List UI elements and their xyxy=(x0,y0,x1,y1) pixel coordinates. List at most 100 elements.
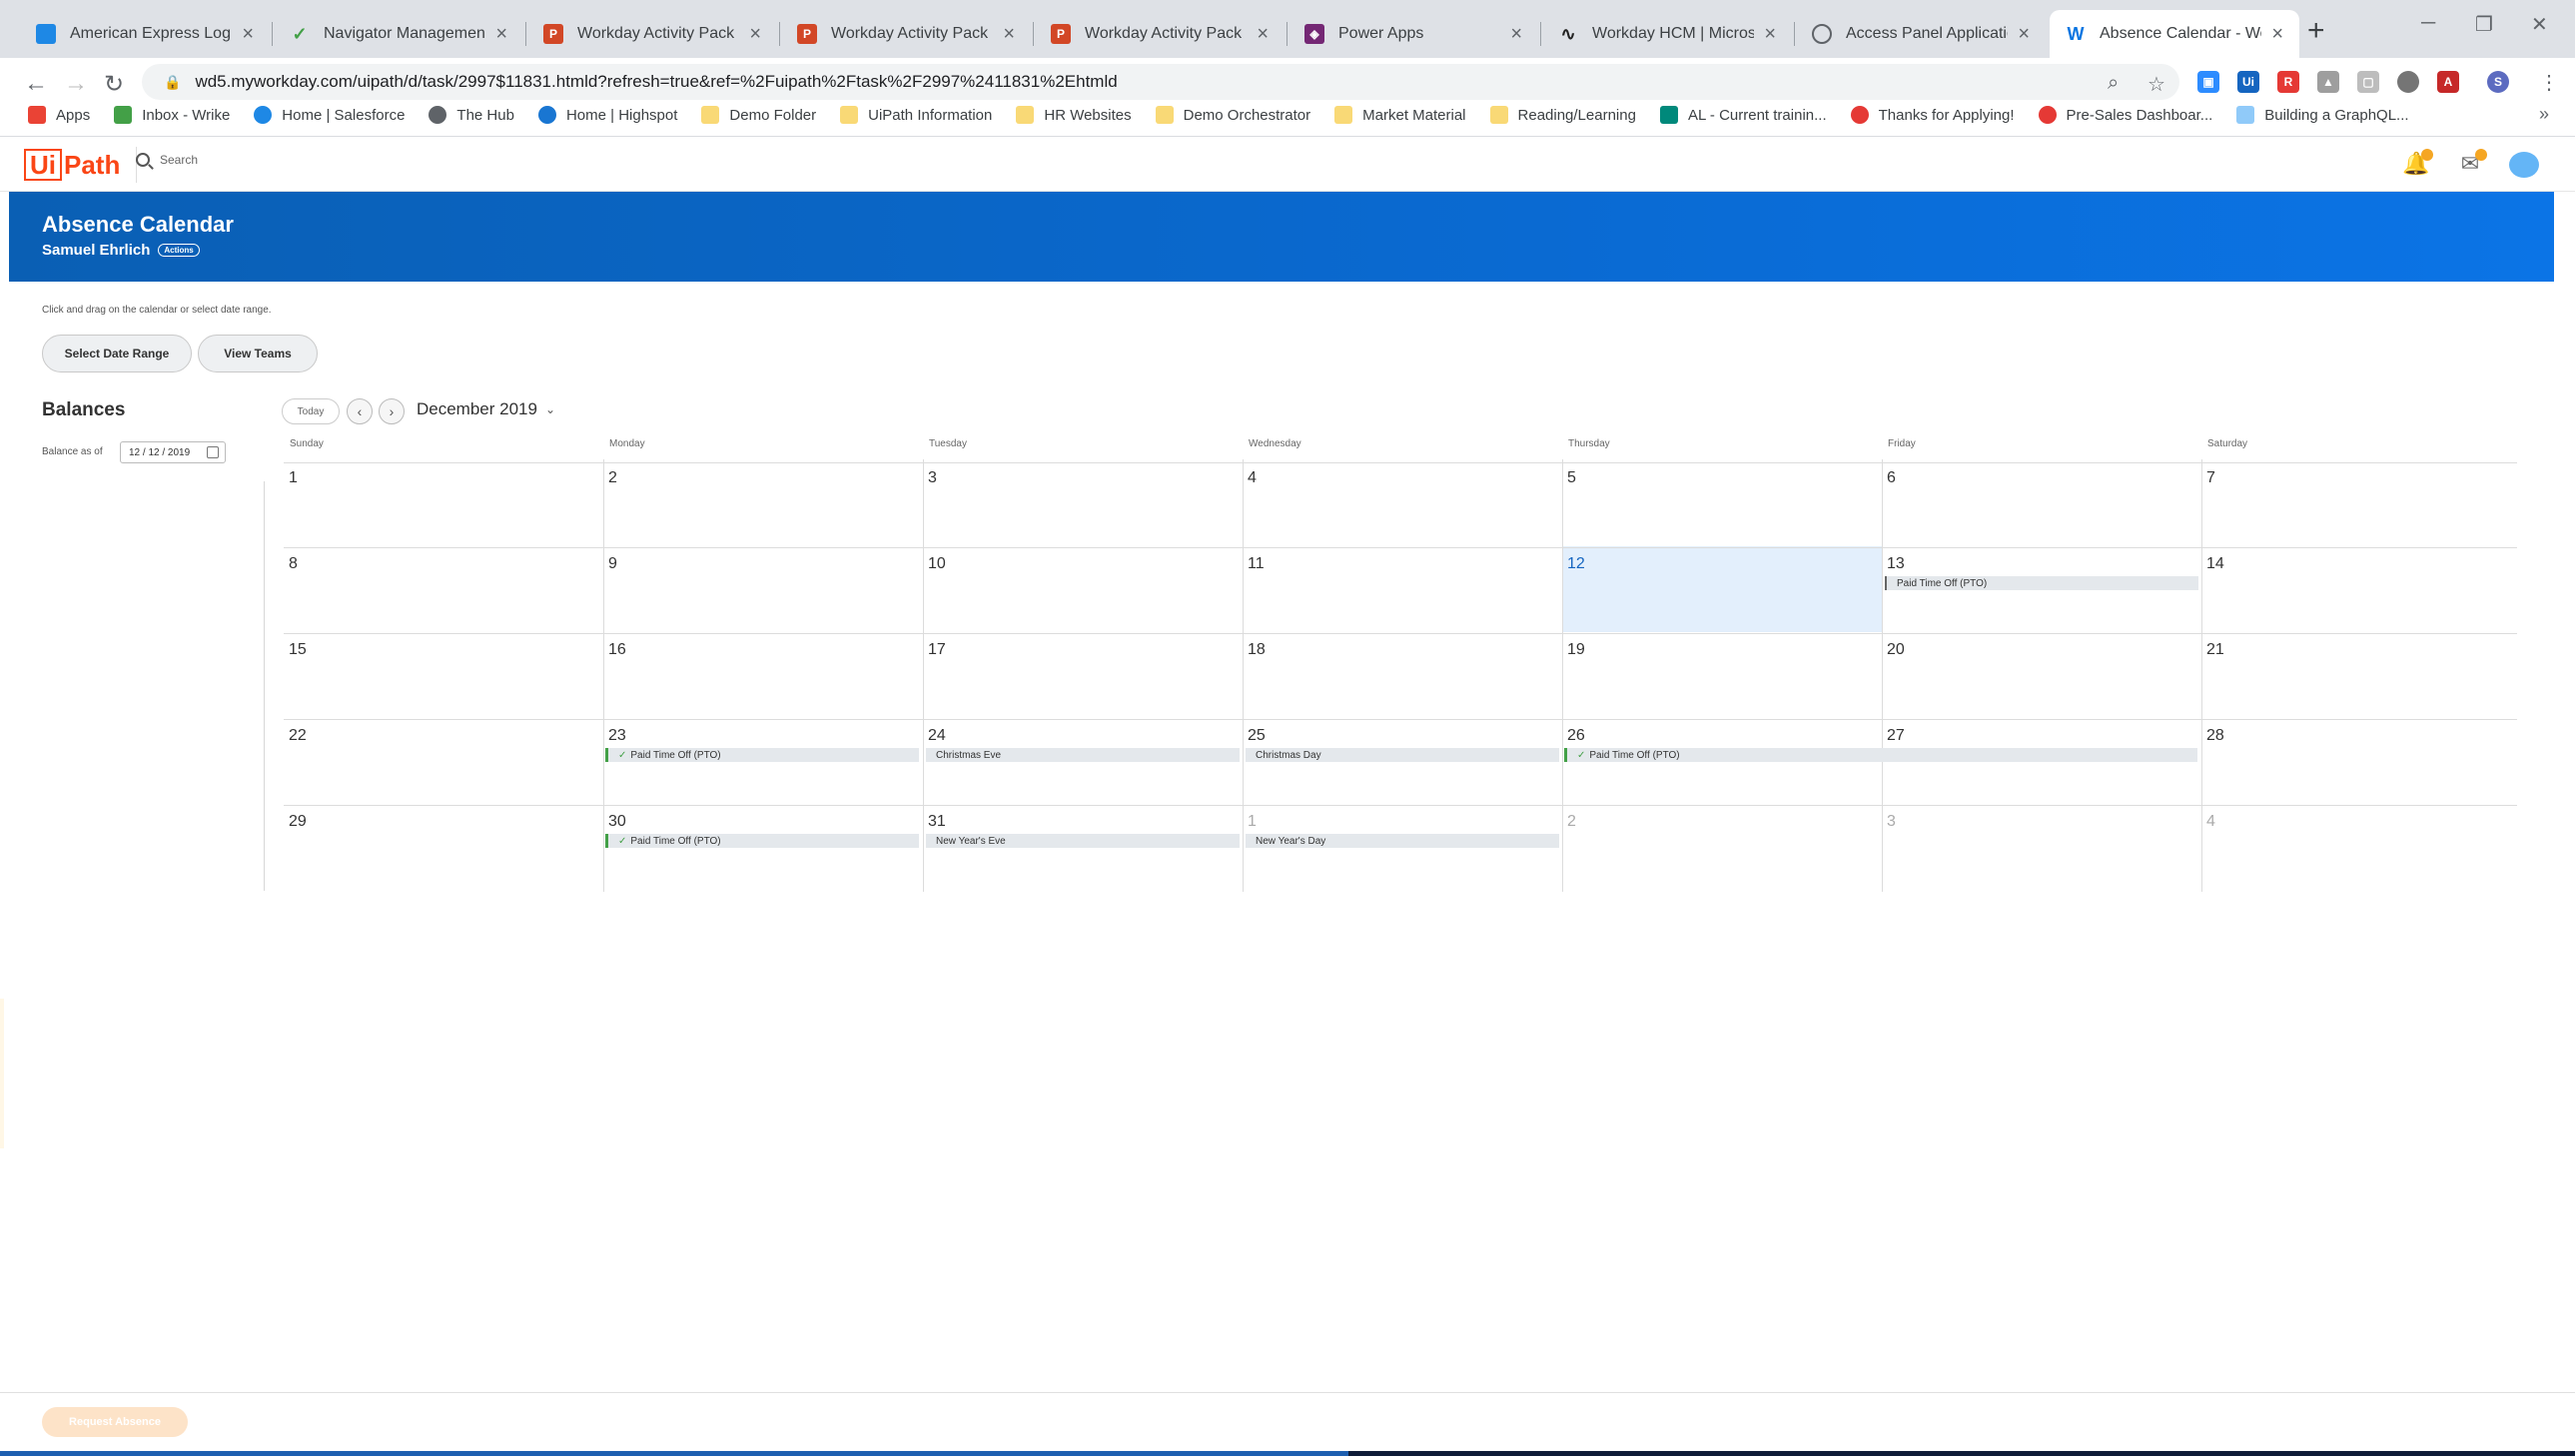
day-number[interactable]: 21 xyxy=(2206,641,2224,659)
zoom-extension-icon[interactable]: ▣ xyxy=(2197,71,2219,93)
day-number[interactable]: 23 xyxy=(608,727,626,745)
browser-tab[interactable]: P Workday Activity Pack De × xyxy=(1035,10,1285,58)
bookmark-item[interactable]: AL - Current trainin... xyxy=(1659,106,1827,124)
back-icon[interactable]: ← xyxy=(24,70,48,98)
day-number[interactable]: 10 xyxy=(928,555,946,573)
day-number[interactable]: 22 xyxy=(289,727,307,745)
day-number[interactable]: 6 xyxy=(1887,469,1896,487)
day-number[interactable]: 31 xyxy=(928,813,946,831)
absence-event-pto[interactable]: ✓ Paid Time Off (PTO) xyxy=(605,748,919,762)
balance-date-input[interactable]: 12 / 12 / 2019 xyxy=(120,441,226,463)
month-selector[interactable]: December 2019 ⌄ xyxy=(417,399,555,419)
day-number[interactable]: 2 xyxy=(608,469,617,487)
day-number-next-month[interactable]: 3 xyxy=(1887,813,1896,831)
day-number[interactable]: 1 xyxy=(289,469,298,487)
day-number[interactable]: 3 xyxy=(928,469,937,487)
circle-extension-icon[interactable] xyxy=(2397,71,2419,93)
holiday-event[interactable]: New Year's Day xyxy=(1246,834,1559,848)
day-number[interactable]: 18 xyxy=(1248,641,1266,659)
browser-tab[interactable]: ◈ Power Apps × xyxy=(1288,10,1538,58)
holiday-event[interactable]: Christmas Eve xyxy=(926,748,1240,762)
notifications-bell-icon[interactable]: 🔔 xyxy=(2402,149,2433,177)
absence-event-pto[interactable]: ✓ Paid Time Off (PTO) xyxy=(605,834,919,848)
bookmark-folder[interactable]: Demo Orchestrator xyxy=(1155,106,1310,124)
day-number[interactable]: 20 xyxy=(1887,641,1905,659)
day-number[interactable]: 16 xyxy=(608,641,626,659)
drive-extension-icon[interactable]: ▲ xyxy=(2317,71,2339,93)
next-month-button[interactable]: › xyxy=(379,398,405,424)
day-number[interactable]: 8 xyxy=(289,555,298,573)
day-number[interactable]: 14 xyxy=(2206,555,2224,573)
bookmark-folder[interactable]: Reading/Learning xyxy=(1489,106,1636,124)
browser-tab[interactable]: Access Panel Applications × xyxy=(1796,10,2046,58)
day-number[interactable]: 25 xyxy=(1248,727,1266,745)
day-number[interactable]: 29 xyxy=(289,813,307,831)
close-icon[interactable]: × xyxy=(495,23,507,46)
day-number-next-month[interactable]: 1 xyxy=(1248,813,1257,831)
reload-icon[interactable]: ↻ xyxy=(104,70,124,99)
view-teams-button[interactable]: View Teams xyxy=(198,335,318,372)
absence-event-pto[interactable]: Paid Time Off (PTO) xyxy=(1885,576,2198,590)
absence-event-pto[interactable]: ✓ Paid Time Off (PTO) xyxy=(1564,748,2197,762)
bookmark-item[interactable]: Inbox - Wrike xyxy=(114,106,230,124)
day-number[interactable]: 27 xyxy=(1887,727,1905,745)
close-icon[interactable]: × xyxy=(2271,23,2283,46)
bookmark-folder[interactable]: Demo Folder xyxy=(701,106,816,124)
day-number[interactable]: 15 xyxy=(289,641,307,659)
window-close-icon[interactable]: ✕ xyxy=(2531,12,2548,37)
day-number[interactable]: 13 xyxy=(1887,555,1905,573)
bookmarks-overflow-icon[interactable]: » xyxy=(2539,104,2549,125)
browser-tab-active[interactable]: W Absence Calendar - Work × xyxy=(2050,10,2299,58)
bookmark-folder[interactable]: Market Material xyxy=(1334,106,1466,124)
day-number[interactable]: 19 xyxy=(1567,641,1585,659)
pdf-extension-icon[interactable]: A xyxy=(2437,71,2459,93)
calendar-icon[interactable] xyxy=(207,446,219,458)
day-number[interactable]: 28 xyxy=(2206,727,2224,745)
day-number[interactable]: 5 xyxy=(1567,469,1576,487)
menu-kebab-icon[interactable]: ⋮ xyxy=(2539,70,2559,95)
request-absence-button[interactable]: Request Absence xyxy=(42,1407,188,1437)
close-icon[interactable]: × xyxy=(2018,23,2030,46)
profile-cloud-icon[interactable] xyxy=(2509,152,2539,178)
close-icon[interactable]: × xyxy=(1257,23,1269,46)
close-icon[interactable]: × xyxy=(1003,23,1015,46)
global-search[interactable]: Search xyxy=(136,153,198,167)
bookmark-item[interactable]: Pre-Sales Dashboar... xyxy=(2038,106,2212,124)
day-number-today[interactable]: 12 xyxy=(1567,555,1585,573)
browser-tab[interactable]: P Workday Activity Pack De × xyxy=(781,10,1031,58)
previous-month-button[interactable]: ‹ xyxy=(347,398,373,424)
uipath-extension-icon[interactable]: Ui xyxy=(2237,71,2259,93)
month-calendar-grid[interactable]: 1 2 3 4 5 6 7 8 9 10 11 12 13 14 Paid Ti… xyxy=(284,459,2517,892)
bookmark-folder[interactable]: HR Websites xyxy=(1016,106,1132,124)
new-tab-button[interactable]: + xyxy=(2307,14,2325,48)
holiday-event[interactable]: Christmas Day xyxy=(1246,748,1559,762)
day-number[interactable]: 24 xyxy=(928,727,946,745)
day-number[interactable]: 30 xyxy=(608,813,626,831)
red-extension-icon[interactable]: R xyxy=(2277,71,2299,93)
bookmark-item[interactable]: Home | Highspot xyxy=(537,106,677,124)
close-icon[interactable]: × xyxy=(1510,23,1522,46)
browser-tab[interactable]: ✓ Navigator Management P × xyxy=(274,10,523,58)
related-actions-button[interactable]: Actions xyxy=(158,244,200,257)
bookmark-item[interactable]: The Hub xyxy=(429,106,514,124)
address-bar[interactable]: 🔒 wd5.myworkday.com/uipath/d/task/2997$1… xyxy=(142,64,2179,100)
select-date-range-button[interactable]: Select Date Range xyxy=(42,335,192,372)
bookmark-apps[interactable]: Apps xyxy=(28,106,90,124)
bookmark-folder[interactable]: UiPath Information xyxy=(840,106,992,124)
day-number[interactable]: 11 xyxy=(1248,555,1265,573)
zoom-icon[interactable]: ⌕ xyxy=(2108,72,2119,95)
profile-avatar[interactable]: S xyxy=(2487,71,2509,93)
day-number[interactable]: 4 xyxy=(1248,469,1257,487)
forward-icon[interactable]: → xyxy=(64,70,88,98)
minimize-icon[interactable]: ─ xyxy=(2421,12,2435,35)
day-number-next-month[interactable]: 4 xyxy=(2206,813,2215,831)
day-number[interactable]: 9 xyxy=(608,555,617,573)
day-number[interactable]: 26 xyxy=(1567,727,1585,745)
gray-extension-icon[interactable]: ▢ xyxy=(2357,71,2379,93)
bookmark-item[interactable]: Thanks for Applying! xyxy=(1850,106,2015,124)
holiday-event[interactable]: New Year's Eve xyxy=(926,834,1240,848)
browser-tab[interactable]: ∿ Workday HCM | Microsoft × xyxy=(1542,10,1792,58)
bookmark-item[interactable]: Home | Salesforce xyxy=(254,106,405,124)
bookmark-star-icon[interactable]: ☆ xyxy=(2147,72,2165,97)
today-button[interactable]: Today xyxy=(282,398,340,424)
